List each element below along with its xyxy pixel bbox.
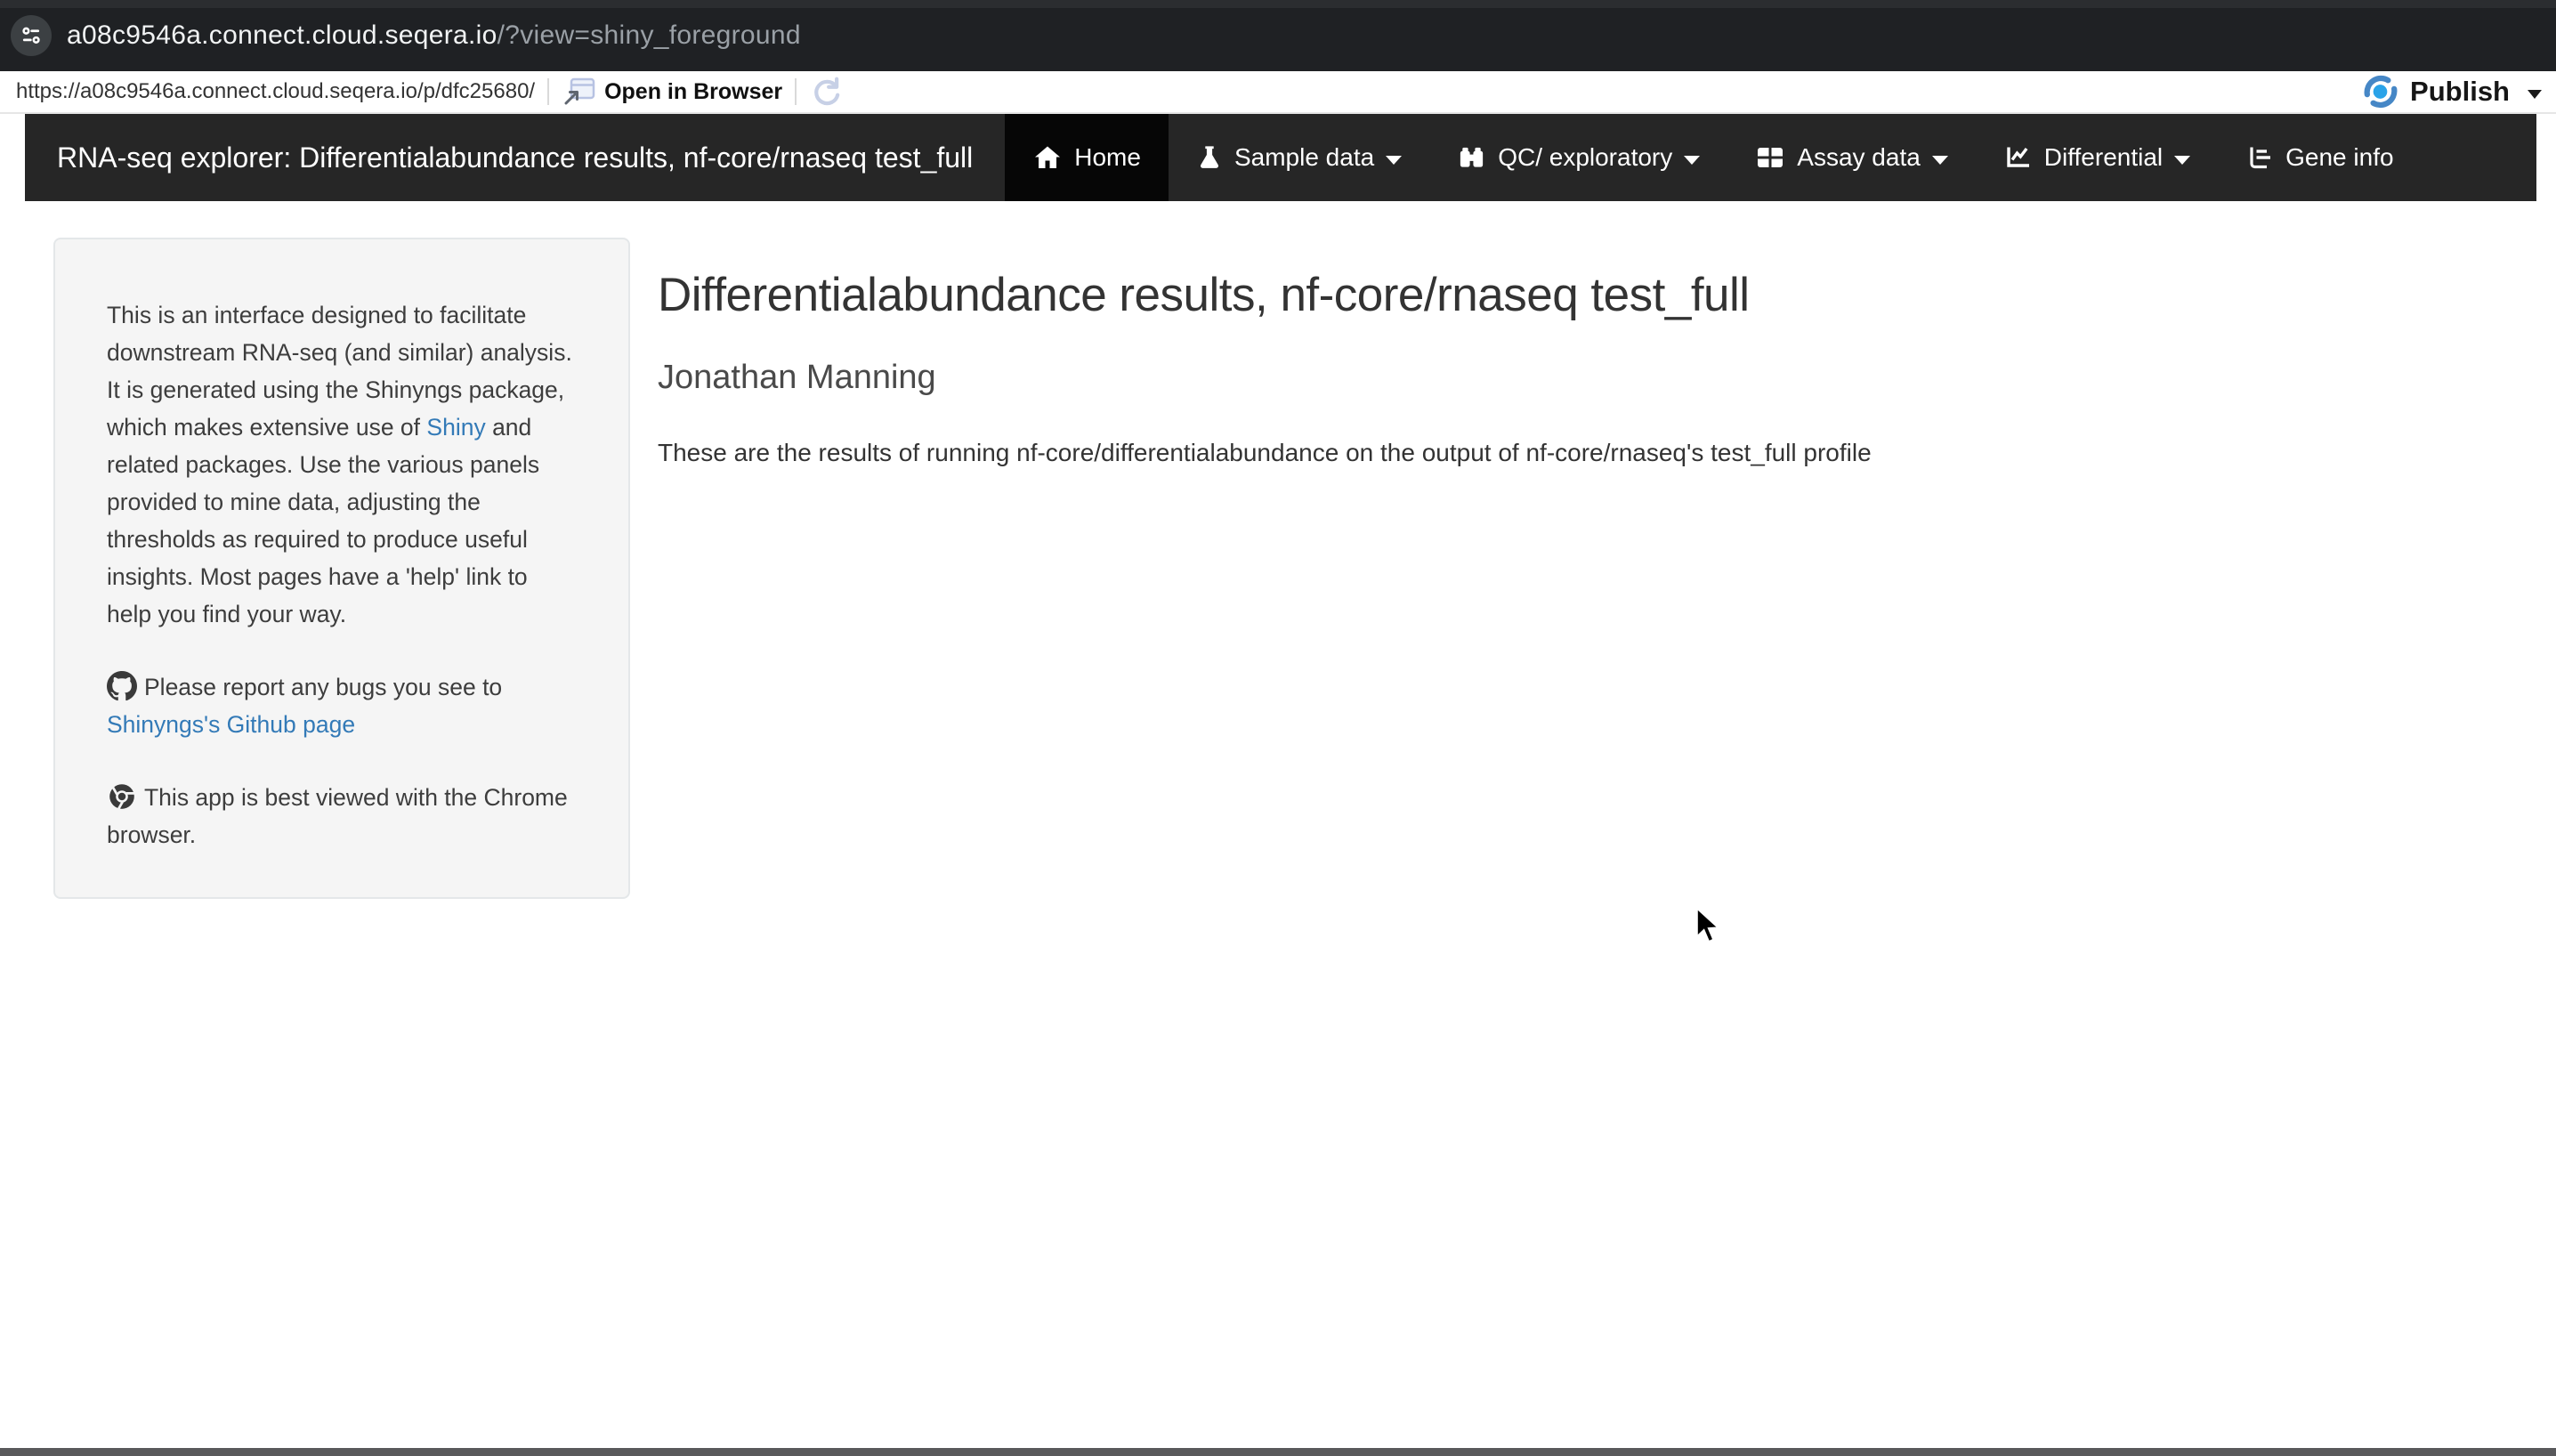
publish-dropdown-caret[interactable] — [2528, 90, 2542, 99]
table-icon — [1755, 143, 1785, 172]
intro-side-panel: This is an interface designed to facilit… — [53, 238, 630, 899]
nav-item-qc-exploratory[interactable]: QC/ exploratory — [1429, 114, 1727, 201]
shiny-link[interactable]: Shiny — [426, 414, 485, 441]
open-in-browser-button[interactable]: Open in Browser — [562, 76, 782, 108]
publish-label: Publish — [2410, 76, 2510, 108]
nav-item-differential[interactable]: Differential — [1976, 114, 2218, 201]
main-panel: Differentialabundance results, nf-core/r… — [658, 269, 2242, 467]
refresh-icon — [809, 75, 843, 109]
site-settings-button[interactable] — [11, 15, 52, 56]
chevron-down-icon — [1386, 156, 1402, 165]
open-in-browser-icon — [562, 76, 595, 108]
publish-button[interactable]: Publish — [2360, 71, 2542, 112]
url-bar[interactable]: a08c9546a.connect.cloud.seqera.io/?view=… — [67, 20, 801, 51]
chrome-note-text: This app is best viewed with the Chrome … — [107, 784, 568, 848]
nav-item-gene-info[interactable]: Gene info — [2218, 114, 2421, 201]
nav-item-home[interactable]: Home — [1005, 114, 1169, 201]
page-author: Jonathan Manning — [658, 359, 2242, 398]
chrome-icon — [107, 781, 137, 812]
connect-toolbar: https://a08c9546a.connect.cloud.seqera.i… — [0, 71, 2556, 114]
chevron-down-icon — [1932, 156, 1948, 165]
nav-item-label: Sample data — [1234, 143, 1374, 172]
home-icon — [1032, 143, 1063, 172]
navbar-menu: Home Sample data QC/ exploratory — [1005, 114, 2421, 201]
chrome-note-paragraph: This app is best viewed with the Chrome … — [107, 779, 578, 853]
navbar-brand: RNA-seq explorer: Differentialabundance … — [25, 114, 1005, 201]
page-title: Differentialabundance results, nf-core/r… — [658, 269, 2242, 323]
nav-item-label: Differential — [2044, 143, 2163, 172]
chevron-down-icon — [1684, 156, 1700, 165]
sliders-icon — [19, 23, 44, 48]
nav-item-assay-data[interactable]: Assay data — [1727, 114, 1976, 201]
intro-text-after: and related packages. Use the various pa… — [107, 414, 539, 627]
mouse-cursor — [1695, 907, 1720, 949]
bug-report-paragraph: Please report any bugs you see to Shinyn… — [107, 668, 578, 743]
binoculars-icon — [1457, 143, 1486, 172]
publish-connect-logo — [2360, 71, 2401, 112]
flask-icon — [1196, 143, 1223, 172]
chevron-down-icon — [2174, 156, 2190, 165]
shinyngs-github-link[interactable]: Shinyngs's Github page — [107, 711, 355, 738]
url-host: a08c9546a.connect.cloud.seqera.io — [67, 20, 497, 50]
deployed-url-text: https://a08c9546a.connect.cloud.seqera.i… — [16, 79, 535, 104]
toolbar-divider — [547, 78, 549, 105]
github-icon — [107, 671, 137, 701]
nav-item-label: Gene info — [2285, 143, 2393, 172]
nav-item-label: Assay data — [1797, 143, 1921, 172]
refresh-button[interactable] — [809, 75, 843, 109]
nav-item-label: QC/ exploratory — [1498, 143, 1672, 172]
app-navbar: RNA-seq explorer: Differentialabundance … — [25, 114, 2536, 201]
url-params: /?view=shiny_foreground — [497, 20, 801, 50]
line-chart-icon — [2003, 143, 2033, 172]
nav-item-sample-data[interactable]: Sample data — [1169, 114, 1429, 201]
toolbar-divider — [795, 78, 797, 105]
nav-item-label: Home — [1074, 143, 1141, 172]
open-in-browser-label: Open in Browser — [604, 79, 782, 105]
bug-report-text: Please report any bugs you see to — [144, 674, 502, 700]
browser-titlebar: a08c9546a.connect.cloud.seqera.io/?view=… — [0, 0, 2556, 71]
horizontal-bar-chart-icon — [2245, 143, 2274, 172]
intro-paragraph: This is an interface designed to facilit… — [107, 296, 578, 633]
bottom-status-strip — [0, 1448, 2556, 1456]
page-description: These are the results of running nf-core… — [658, 439, 2242, 467]
cursor-arrow-icon — [1695, 907, 1720, 944]
